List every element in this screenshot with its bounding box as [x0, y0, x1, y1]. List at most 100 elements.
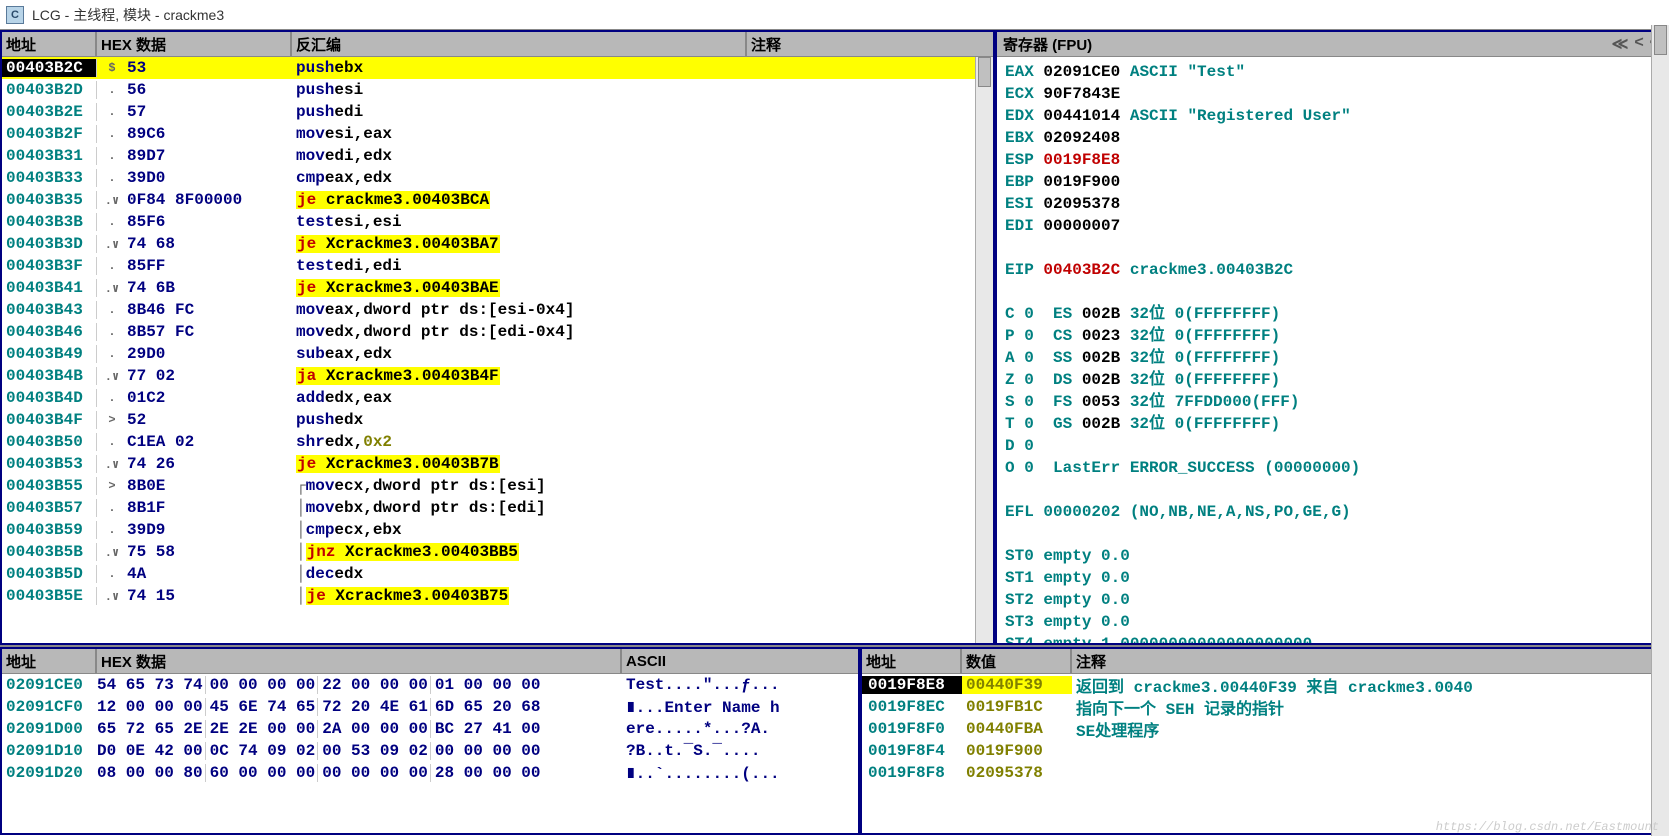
register-line[interactable]: EDX 00441014 ASCII "Registered User" — [1005, 105, 1659, 127]
hex-row[interactable]: 02091CF012 00 00 0045 6E 74 6572 20 4E 6… — [2, 696, 858, 718]
hex-ascii: ∎...Enter Name h — [622, 697, 858, 717]
disasm-cell: push edi — [292, 103, 763, 121]
flag-line[interactable]: A 0 SS 002B 32位 0(FFFFFFFF) — [1005, 347, 1659, 369]
hex-cell: 52 — [127, 411, 292, 429]
eip-line[interactable]: EIP 00403B2C crackme3.00403B2C — [1005, 259, 1659, 281]
disasm-row[interactable]: 00403B4D.01C2add edx,eax — [2, 387, 993, 409]
stack-row[interactable]: 0019F8E800440F39返回到 crackme3.00440F39 来自… — [862, 674, 1667, 696]
hex-row[interactable]: 02091CE054 65 73 7400 00 00 0022 00 00 0… — [2, 674, 858, 696]
col-hex[interactable]: HEX 数据 — [97, 32, 292, 56]
disassembly-panel[interactable]: 地址 HEX 数据 反汇编 注释 00403B2C$53push ebx0040… — [0, 30, 995, 645]
disasm-body[interactable]: 00403B2C$53push ebx00403B2D.56push esi00… — [2, 57, 993, 643]
mark-cell: . — [97, 523, 127, 537]
flag-line[interactable]: P 0 CS 0023 32位 0(FFFFFFFF) — [1005, 325, 1659, 347]
stack-col-comment[interactable]: 注释 — [1072, 649, 1667, 673]
addr-cell: 00403B3F — [2, 257, 97, 275]
disasm-row[interactable]: 00403B4B.∨77 02ja Xcrackme3.00403B4F — [2, 365, 993, 387]
disasm-row[interactable]: 00403B59.39D9│cmp ecx,ebx — [2, 519, 993, 541]
register-line[interactable]: EDI 00000007 — [1005, 215, 1659, 237]
hex-scroll-thumb[interactable] — [1654, 25, 1667, 55]
hexdump-panel[interactable]: 地址 HEX 数据 ASCII 02091CE054 65 73 7400 00… — [0, 647, 860, 835]
disasm-row[interactable]: 00403B5B.∨75 58│jnz Xcrackme3.00403BB5 — [2, 541, 993, 563]
disasm-row[interactable]: 00403B50.C1EA 02shr edx,0x2 — [2, 431, 993, 453]
disasm-row[interactable]: 00403B46.8B57 FCmov edx,dword ptr ds:[ed… — [2, 321, 993, 343]
col-address[interactable]: 地址 — [2, 32, 97, 56]
register-line[interactable]: EBX 02092408 — [1005, 127, 1659, 149]
fpu-line[interactable]: ST2 empty 0.0 — [1005, 589, 1659, 611]
disasm-row[interactable]: 00403B55>8B0E┌mov ecx,dword ptr ds:[esi] — [2, 475, 993, 497]
fpu-line[interactable]: ST0 empty 0.0 — [1005, 545, 1659, 567]
hex-row[interactable]: 02091D2008 00 00 8060 00 00 0000 00 00 0… — [2, 762, 858, 784]
register-line[interactable]: EAX 02091CE0 ASCII "Test" — [1005, 61, 1659, 83]
disasm-row[interactable]: 00403B35.∨0F84 8F00000je crackme3.00403B… — [2, 189, 993, 211]
fpu-line[interactable]: ST4 empty 1.00000000000000000000 — [1005, 633, 1659, 643]
mark-cell: $ — [97, 61, 127, 75]
disasm-row[interactable]: 00403B3B.85F6test esi,esi — [2, 211, 993, 233]
disasm-row[interactable]: 00403B57.8B1F│mov ebx,dword ptr ds:[edi] — [2, 497, 993, 519]
hex-col-ascii[interactable]: ASCII — [622, 649, 858, 673]
scroll-thumb[interactable] — [978, 57, 991, 87]
disasm-row[interactable]: 00403B31.89D7mov edi,edx — [2, 145, 993, 167]
hex-bytes: 54 65 73 7400 00 00 0022 00 00 0001 00 0… — [97, 676, 622, 694]
disasm-row[interactable]: 00403B2D.56push esi — [2, 79, 993, 101]
flag-line[interactable]: O 0 LastErr ERROR_SUCCESS (00000000) — [1005, 457, 1659, 479]
hex-scrollbar[interactable] — [1651, 25, 1669, 836]
flag-line[interactable]: D 0 — [1005, 435, 1659, 457]
disasm-row[interactable]: 00403B4F>52push edx — [2, 409, 993, 431]
disasm-row[interactable]: 00403B2F.89C6mov esi,eax — [2, 123, 993, 145]
disasm-row[interactable]: 00403B3F.85FFtest edi,edi — [2, 255, 993, 277]
disasm-row[interactable]: 00403B5D.4A│dec edx — [2, 563, 993, 585]
disasm-row[interactable]: 00403B41.∨74 6Bje Xcrackme3.00403BAE — [2, 277, 993, 299]
mark-cell: . — [97, 215, 127, 229]
flag-line[interactable]: Z 0 DS 002B 32位 0(FFFFFFFF) — [1005, 369, 1659, 391]
hex-col-addr[interactable]: 地址 — [2, 649, 97, 673]
addr-cell: 00403B4B — [2, 367, 97, 385]
scrollbar-vertical[interactable] — [975, 57, 993, 643]
register-line[interactable]: EBP 0019F900 — [1005, 171, 1659, 193]
col-disasm[interactable]: 反汇编 — [292, 32, 747, 56]
disasm-row[interactable]: 00403B43.8B46 FCmov eax,dword ptr ds:[es… — [2, 299, 993, 321]
hexdump-body[interactable]: 02091CE054 65 73 7400 00 00 0022 00 00 0… — [2, 674, 858, 833]
addr-cell: 00403B33 — [2, 169, 97, 187]
disasm-row[interactable]: 00403B49.29D0sub eax,edx — [2, 343, 993, 365]
fpu-line[interactable]: ST3 empty 0.0 — [1005, 611, 1659, 633]
register-line[interactable]: ESP 0019F8E8 — [1005, 149, 1659, 171]
register-line[interactable]: ECX 90F7843E — [1005, 83, 1659, 105]
register-line[interactable]: ESI 02095378 — [1005, 193, 1659, 215]
flag-line[interactable]: S 0 FS 0053 32位 7FFDD000(FFF) — [1005, 391, 1659, 413]
hex-row[interactable]: 02091D10D0 0E 42 000C 74 09 0200 53 09 0… — [2, 740, 858, 762]
disasm-cell: │cmp ecx,ebx — [292, 521, 763, 539]
registers-body[interactable]: EAX 02091CE0 ASCII "Test"ECX 90F7843EEDX… — [997, 57, 1667, 643]
hex-row[interactable]: 02091D0065 72 65 2E2E 2E 00 002A 00 00 0… — [2, 718, 858, 740]
nav-prev-icon[interactable]: < — [1634, 34, 1643, 54]
flag-line[interactable]: T 0 GS 002B 32位 0(FFFFFFFF) — [1005, 413, 1659, 435]
stack-row[interactable]: 0019F8F802095378 — [862, 762, 1667, 784]
mark-cell: . — [97, 149, 127, 163]
stack-row[interactable]: 0019F8F40019F900 — [862, 740, 1667, 762]
stack-panel[interactable]: 地址 数值 注释 0019F8E800440F39返回到 crackme3.00… — [860, 647, 1669, 835]
disasm-row[interactable]: 00403B2E.57push edi — [2, 101, 993, 123]
col-comment[interactable]: 注释 — [747, 32, 993, 56]
addr-cell: 00403B49 — [2, 345, 97, 363]
disasm-row[interactable]: 00403B2C$53push ebx — [2, 57, 993, 79]
efl-line[interactable]: EFL 00000202 (NO,NB,NE,A,NS,PO,GE,G) — [1005, 501, 1659, 523]
registers-panel[interactable]: 寄存器 (FPU) ≪ < < EAX 02091CE0 ASCII "Test… — [995, 30, 1669, 645]
addr-cell: 00403B55 — [2, 477, 97, 495]
disasm-cell: ja Xcrackme3.00403B4F — [292, 367, 763, 385]
disasm-row[interactable]: 00403B5E.∨74 15│je Xcrackme3.00403B75 — [2, 585, 993, 607]
fpu-line[interactable]: ST1 empty 0.0 — [1005, 567, 1659, 589]
stack-col-addr[interactable]: 地址 — [862, 649, 962, 673]
disasm-row[interactable]: 00403B53.∨74 26je Xcrackme3.00403B7B — [2, 453, 993, 475]
disasm-row[interactable]: 00403B33.39D0cmp eax,edx — [2, 167, 993, 189]
nav-first-icon[interactable]: ≪ — [1612, 34, 1629, 54]
disasm-row[interactable]: 00403B3D.∨74 68je Xcrackme3.00403BA7 — [2, 233, 993, 255]
flag-line[interactable]: C 0 ES 002B 32位 0(FFFFFFFF) — [1005, 303, 1659, 325]
hex-col-hex[interactable]: HEX 数据 — [97, 649, 622, 673]
stack-row[interactable]: 0019F8F000440FBASE处理程序 — [862, 718, 1667, 740]
stack-val: 02095378 — [962, 764, 1072, 782]
stack-col-val[interactable]: 数值 — [962, 649, 1072, 673]
stack-body[interactable]: 0019F8E800440F39返回到 crackme3.00440F39 来自… — [862, 674, 1667, 833]
mark-cell: .∨ — [97, 193, 127, 208]
hex-cell: 74 26 — [127, 455, 292, 473]
stack-row[interactable]: 0019F8EC0019FB1C指向下一个 SEH 记录的指针 — [862, 696, 1667, 718]
